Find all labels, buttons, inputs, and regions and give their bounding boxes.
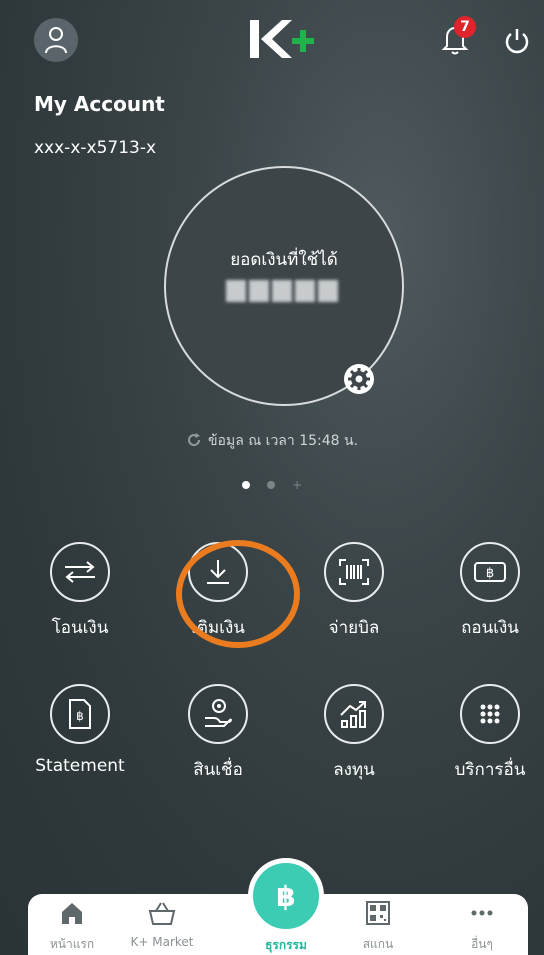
action-label: จ่ายบิล: [328, 618, 380, 638]
account-number: xxx-x-x5713-x: [34, 138, 157, 158]
more-icon: [471, 910, 493, 916]
last-updated-text: ข้อมูล ณ เวลา 15:48 น.: [207, 433, 359, 449]
basket-icon: [148, 902, 176, 925]
nav-market[interactable]: K+ Market: [122, 900, 202, 949]
barcode-icon: [324, 542, 384, 602]
action-label: ลงทุน: [333, 760, 375, 780]
nav-transactions[interactable]: ฿: [248, 858, 324, 934]
power-icon[interactable]: [502, 26, 532, 56]
qr-icon: [366, 901, 390, 925]
loan-icon: [188, 684, 248, 744]
refresh-icon[interactable]: [186, 432, 202, 448]
action-withdraw[interactable]: ฿ ถอนเงิน: [430, 542, 544, 641]
action-transfer[interactable]: โอนเงิน: [20, 542, 140, 641]
action-pay-bill[interactable]: จ่ายบิล: [294, 542, 414, 641]
nav-label: หน้าแรก: [49, 937, 95, 951]
balance-circle[interactable]: ยอดเงินที่ใช้ได้: [164, 166, 404, 406]
action-more-services[interactable]: บริการอื่น: [430, 684, 544, 783]
statement-icon: ฿: [50, 684, 110, 744]
nav-label: อื่นๆ: [471, 937, 493, 951]
home-icon: [62, 903, 82, 924]
nav-label: สแกน: [362, 937, 394, 951]
svg-text:฿: ฿: [486, 566, 494, 581]
invest-icon: [324, 684, 384, 744]
kplus-logo: [250, 20, 314, 58]
page-indicator: +: [0, 474, 544, 493]
page-dot[interactable]: [267, 481, 275, 489]
action-invest[interactable]: ลงทุน: [294, 684, 414, 783]
more-services-icon: [460, 684, 520, 744]
nav-more[interactable]: อื่นๆ: [442, 900, 522, 954]
last-updated: ข้อมูล ณ เวลา 15:48 น.: [0, 430, 544, 452]
account-title: My Account: [34, 92, 165, 116]
svg-text:฿: ฿: [276, 880, 295, 913]
nav-label: K+ Market: [130, 935, 194, 949]
gear-icon: [348, 368, 370, 390]
notification-badge: 7: [454, 16, 476, 38]
balance-settings-button[interactable]: [344, 364, 374, 394]
transfer-icon: [50, 542, 110, 602]
nav-label-transactions: ธุรกรรม: [265, 938, 307, 952]
user-icon: [45, 27, 67, 54]
action-label: โอนเงิน: [51, 618, 109, 638]
baht-withdraw-icon: ฿: [460, 542, 520, 602]
svg-text:฿: ฿: [76, 709, 84, 723]
action-label: ถอนเงิน: [461, 618, 519, 638]
baht-icon: ฿: [276, 880, 295, 913]
action-statement[interactable]: ฿ Statement: [20, 684, 140, 776]
action-loan[interactable]: สินเชื่อ: [158, 684, 278, 783]
nav-home[interactable]: หน้าแรก: [32, 900, 112, 954]
highlight-circle-annotation: [176, 540, 300, 648]
nav-scan[interactable]: สแกน: [338, 900, 418, 954]
action-label: สินเชื่อ: [193, 760, 243, 780]
balance-label: ยอดเงินที่ใช้ได้: [230, 250, 338, 270]
action-label: Statement: [35, 756, 125, 776]
add-page-icon[interactable]: +: [292, 479, 302, 491]
action-label: บริการอื่น: [454, 760, 526, 780]
balance-hidden-value: [226, 280, 342, 304]
page-dot-active[interactable]: [241, 481, 250, 489]
profile-avatar[interactable]: [34, 18, 78, 62]
top-bar: 7: [0, 0, 544, 80]
